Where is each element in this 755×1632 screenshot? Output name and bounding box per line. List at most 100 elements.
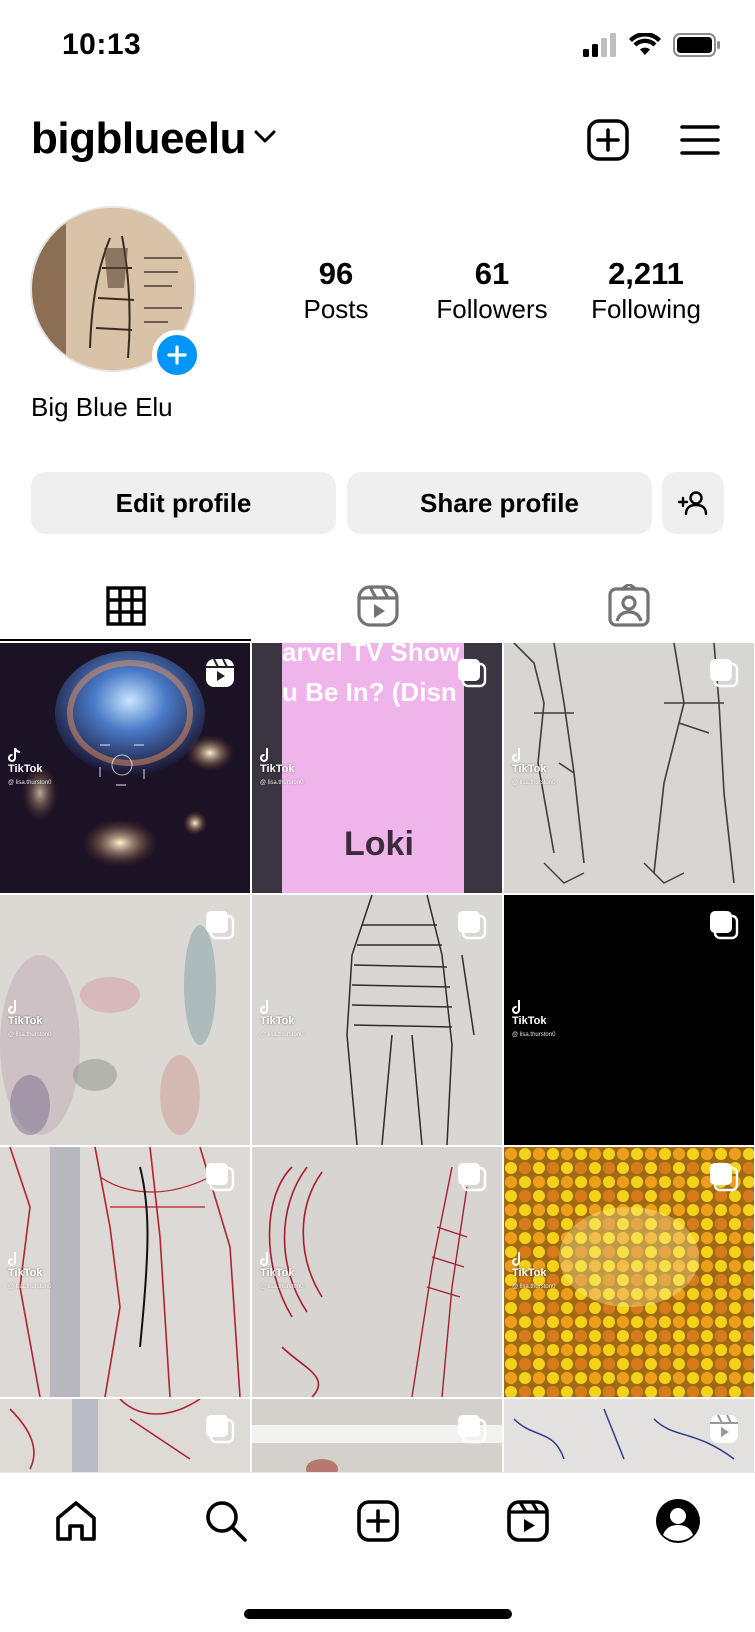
carousel-badge-icon [708,1161,740,1198]
create-post-icon [587,119,629,161]
battery-icon [673,32,721,62]
chevron-down-icon [254,130,276,149]
reel-badge-icon [708,1413,740,1450]
tiktok-watermark: TikTok @ lisa.thurston0 [512,1251,555,1293]
tiktok-label: TikTok [8,763,43,775]
stat-value: 61 [474,256,510,291]
tiktok-handle: @ lisa.thurston0 [512,780,556,786]
tiktok-label: TikTok [512,1267,547,1279]
nav-search[interactable] [196,1491,256,1551]
stat-label: Posts [303,294,369,324]
tiktok-handle: @ lisa.thurston0 [512,1032,556,1038]
grid-post[interactable]: TikTok @ lisa.thurston0 [0,1147,250,1397]
grid-post[interactable]: TikTok @ lisa.thurston0 [504,643,754,893]
discover-people-button[interactable] [662,472,724,534]
tiktok-label: TikTok [260,1015,295,1027]
grid-post[interactable]: TikTok @ lisa.thurston0 [0,643,250,893]
tiktok-watermark: TikTok @ lisa.thurston0 [260,747,303,789]
tab-tagged[interactable] [503,572,754,640]
nav-home[interactable] [46,1491,106,1551]
stat-value: 2,211 [608,256,684,291]
tiktok-watermark: TikTok @ lisa.thurston0 [512,747,555,789]
search-icon [206,1501,247,1542]
stat-posts[interactable]: 96 Posts [256,256,416,326]
menu-button[interactable] [676,116,724,164]
add-person-icon [677,491,708,516]
stat-label: Followers [436,294,548,324]
carousel-badge-icon [708,909,740,946]
profile-header: bigblueelu [0,110,755,170]
stat-label: Following [591,294,701,324]
tiktok-watermark: TikTok @ lisa.thurston0 [260,1251,303,1293]
carousel-badge-icon [456,657,488,694]
grid-post[interactable]: TikTok @ lisa.thurston0 [0,895,250,1145]
tiktok-watermark: TikTok @ lisa.thurston0 [512,999,555,1041]
grid-post[interactable]: TikTok @ lisa.thurston0 [504,895,754,1145]
carousel-badge-icon [204,1413,236,1450]
tiktok-handle: @ lisa.thurston0 [8,1284,52,1290]
tiktok-label: TikTok [8,1015,43,1027]
nav-profile[interactable] [648,1491,708,1551]
menu-icon [680,125,720,155]
video-caption-top: arvel TV Show [282,643,460,667]
home-icon [56,1501,96,1541]
tiktok-label: TikTok [512,763,547,775]
tiktok-label: TikTok [512,1015,547,1027]
tiktok-handle: @ lisa.thurston0 [8,1032,52,1038]
carousel-badge-icon [456,1161,488,1198]
video-caption-mid: u Be In? (Disn [282,677,457,707]
carousel-badge-icon [204,1161,236,1198]
status-time: 10:13 [62,28,142,61]
tiktok-handle: @ lisa.thurston0 [260,1032,304,1038]
grid-post[interactable]: TikTok @ lisa.thurston0 [252,895,502,1145]
display-name: Big Blue Elu [31,392,173,422]
tiktok-label: TikTok [260,1267,295,1279]
tiktok-handle: @ lisa.thurston0 [260,780,304,786]
carousel-badge-icon [456,1413,488,1450]
grid-post[interactable]: TikTok @ lisa.thurston0 [252,1147,502,1397]
share-profile-button[interactable]: Share profile [347,472,652,534]
grid-post[interactable]: TikTok @ lisa.thurston0 [504,1147,754,1397]
grid-icon [105,586,146,626]
tab-reels[interactable] [252,572,503,640]
stat-following[interactable]: 2,211 Following [566,256,726,326]
carousel-badge-icon [204,909,236,946]
create-post-button[interactable] [584,116,632,164]
grid-post[interactable] [504,1399,754,1472]
tiktok-handle: @ lisa.thurston0 [260,1284,304,1290]
carousel-badge-icon [456,909,488,946]
grid-post[interactable] [252,1399,502,1472]
tab-grid[interactable] [0,572,251,640]
signal-icon [583,32,617,62]
add-story-button[interactable] [152,330,202,380]
carousel-badge-icon [708,657,740,694]
tagged-icon [607,584,650,627]
account-switcher[interactable]: bigblueelu [31,114,276,164]
reels-icon [507,1500,549,1542]
create-icon [357,1500,399,1542]
tiktok-label: TikTok [260,763,295,775]
bottom-nav [0,1472,755,1632]
reels-icon [356,585,399,627]
stat-value: 96 [318,256,354,291]
posts-grid: TikTok @ lisa.thurston0 arvel TV Show u … [0,643,755,1472]
tiktok-label: TikTok [8,1267,43,1279]
nav-reels[interactable] [498,1491,558,1551]
edit-profile-button[interactable]: Edit profile [31,472,336,534]
plus-icon [167,345,187,365]
grid-post[interactable]: arvel TV Show u Be In? (Disn Loki TikTok… [252,643,502,893]
active-tab-indicator [0,639,251,641]
tiktok-watermark: TikTok @ lisa.thurston0 [260,999,303,1041]
reel-badge-icon [204,657,236,694]
home-indicator [244,1609,512,1619]
stat-followers[interactable]: 61 Followers [412,256,572,326]
tiktok-watermark: TikTok @ lisa.thurston0 [8,747,51,789]
video-caption-bottom: Loki [344,825,414,863]
username: bigblueelu [31,114,247,163]
grid-post[interactable] [0,1399,250,1472]
tiktok-handle: @ lisa.thurston0 [8,780,52,786]
tiktok-handle: @ lisa.thurston0 [512,1284,556,1290]
wifi-icon [629,31,661,62]
nav-create[interactable] [348,1491,408,1551]
tiktok-watermark: TikTok @ lisa.thurston0 [8,1251,51,1293]
